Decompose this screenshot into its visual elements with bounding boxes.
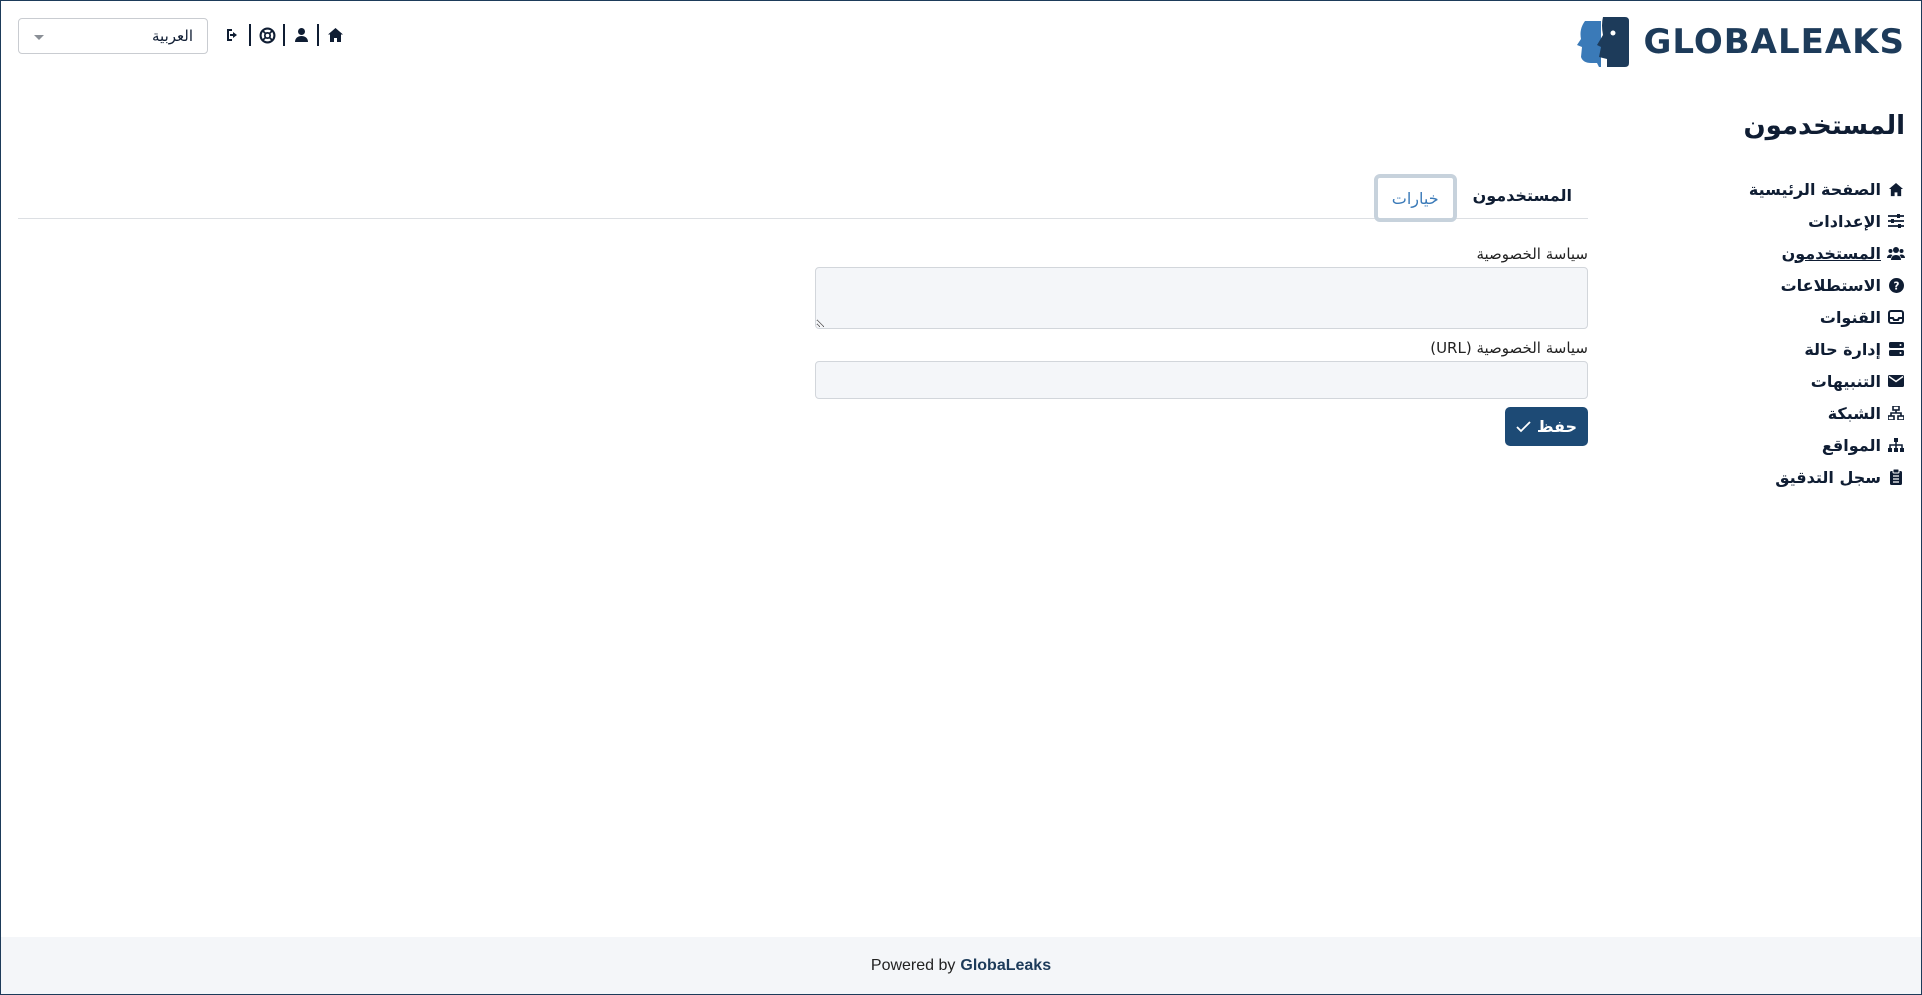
sidebar-item-notifications[interactable]: التنبيهات (1735, 365, 1905, 397)
tab-options[interactable]: خيارات (1373, 174, 1457, 222)
sliders-icon (1887, 212, 1905, 230)
sidebar-item-label: الإعدادات (1808, 211, 1881, 231)
svg-text:?: ? (1893, 280, 1899, 292)
save-button-label: حفظ (1536, 417, 1578, 436)
options-form: سياسة الخصوصية سياسة الخصوصية (URL) حفظ (815, 245, 1588, 446)
sidebar-item-label: المستخدمون (1781, 243, 1881, 263)
toolbar-divider (317, 24, 319, 46)
home-icon[interactable] (325, 25, 345, 45)
privacy-policy-textarea[interactable] (815, 267, 1588, 329)
user-toolbar (223, 23, 345, 47)
sidebar-item-label: التنبيهات (1810, 371, 1881, 391)
sidebar-item-label: سجل التدقيق (1775, 467, 1881, 487)
footer: Powered by GlobaLeaks (1, 937, 1921, 994)
sitemap-icon (1887, 436, 1905, 454)
language-select[interactable]: العربية (18, 18, 208, 54)
globaleaks-logo[interactable]: GLOBALEAKS (1577, 17, 1905, 67)
footer-brand-link[interactable]: GlobaLeaks (960, 957, 1051, 975)
sidebar-item-label: المواقع (1821, 435, 1881, 455)
logo-mark-icon (1577, 17, 1630, 67)
sidebar-item-network[interactable]: الشبكة (1735, 397, 1905, 429)
users-icon (1887, 244, 1905, 262)
sidebar-item-label: الاستطلاعات (1780, 275, 1881, 295)
sidebar-item-label: الشبكة (1827, 403, 1881, 423)
tab-bar: المستخدمون خيارات (18, 172, 1588, 222)
home-icon (1887, 180, 1905, 198)
sidebar-item-label: القنوات (1819, 307, 1881, 327)
clipboard-icon (1887, 468, 1905, 486)
sidebar-item-label: الصفحة الرئيسية (1748, 179, 1881, 199)
sidebar-item-channels[interactable]: القنوات (1735, 301, 1905, 333)
save-button[interactable]: حفظ (1505, 407, 1588, 446)
privacy-policy-url-label: سياسة الخصوصية (URL) (1430, 339, 1588, 357)
question-circle-icon: ? (1887, 276, 1905, 294)
logo-text: GLOBALEAKS (1643, 22, 1905, 62)
sidebar-item-label: إدارة حالة (1804, 339, 1881, 359)
sidebar-item-users[interactable]: المستخدمون (1735, 237, 1905, 269)
page-title: المستخدمون (1743, 111, 1905, 141)
language-select-value: العربية (152, 27, 193, 45)
sidebar-item-sites[interactable]: المواقع (1735, 429, 1905, 461)
sidebar-item-home[interactable]: الصفحة الرئيسية (1735, 173, 1905, 205)
check-icon (1516, 420, 1531, 432)
inbox-icon (1887, 308, 1905, 326)
logout-icon[interactable] (223, 25, 243, 45)
chevron-down-icon (34, 35, 44, 40)
sidebar-item-case-management[interactable]: إدارة حالة (1735, 333, 1905, 365)
user-icon[interactable] (291, 25, 311, 45)
sidebar-item-settings[interactable]: الإعدادات (1735, 205, 1905, 237)
privacy-policy-url-input[interactable] (815, 361, 1588, 399)
support-icon[interactable] (257, 25, 277, 45)
sidebar-item-audit-log[interactable]: سجل التدقيق (1735, 461, 1905, 493)
sidebar-nav: الصفحة الرئيسية الإعدادات المستخدمون ? ا… (1735, 173, 1905, 493)
toolbar-divider (249, 24, 251, 46)
footer-prefix: Powered by (870, 956, 956, 974)
tab-users[interactable]: المستخدمون (1457, 172, 1588, 218)
top-bar: العربية GLOBALEAKS (1, 1, 1921, 81)
envelope-icon (1887, 372, 1905, 390)
privacy-policy-label: سياسة الخصوصية (1476, 245, 1588, 263)
sidebar-item-questionnaires[interactable]: ? الاستطلاعات (1735, 269, 1905, 301)
server-icon (1887, 340, 1905, 358)
network-icon (1887, 404, 1905, 422)
toolbar-divider (283, 24, 285, 46)
